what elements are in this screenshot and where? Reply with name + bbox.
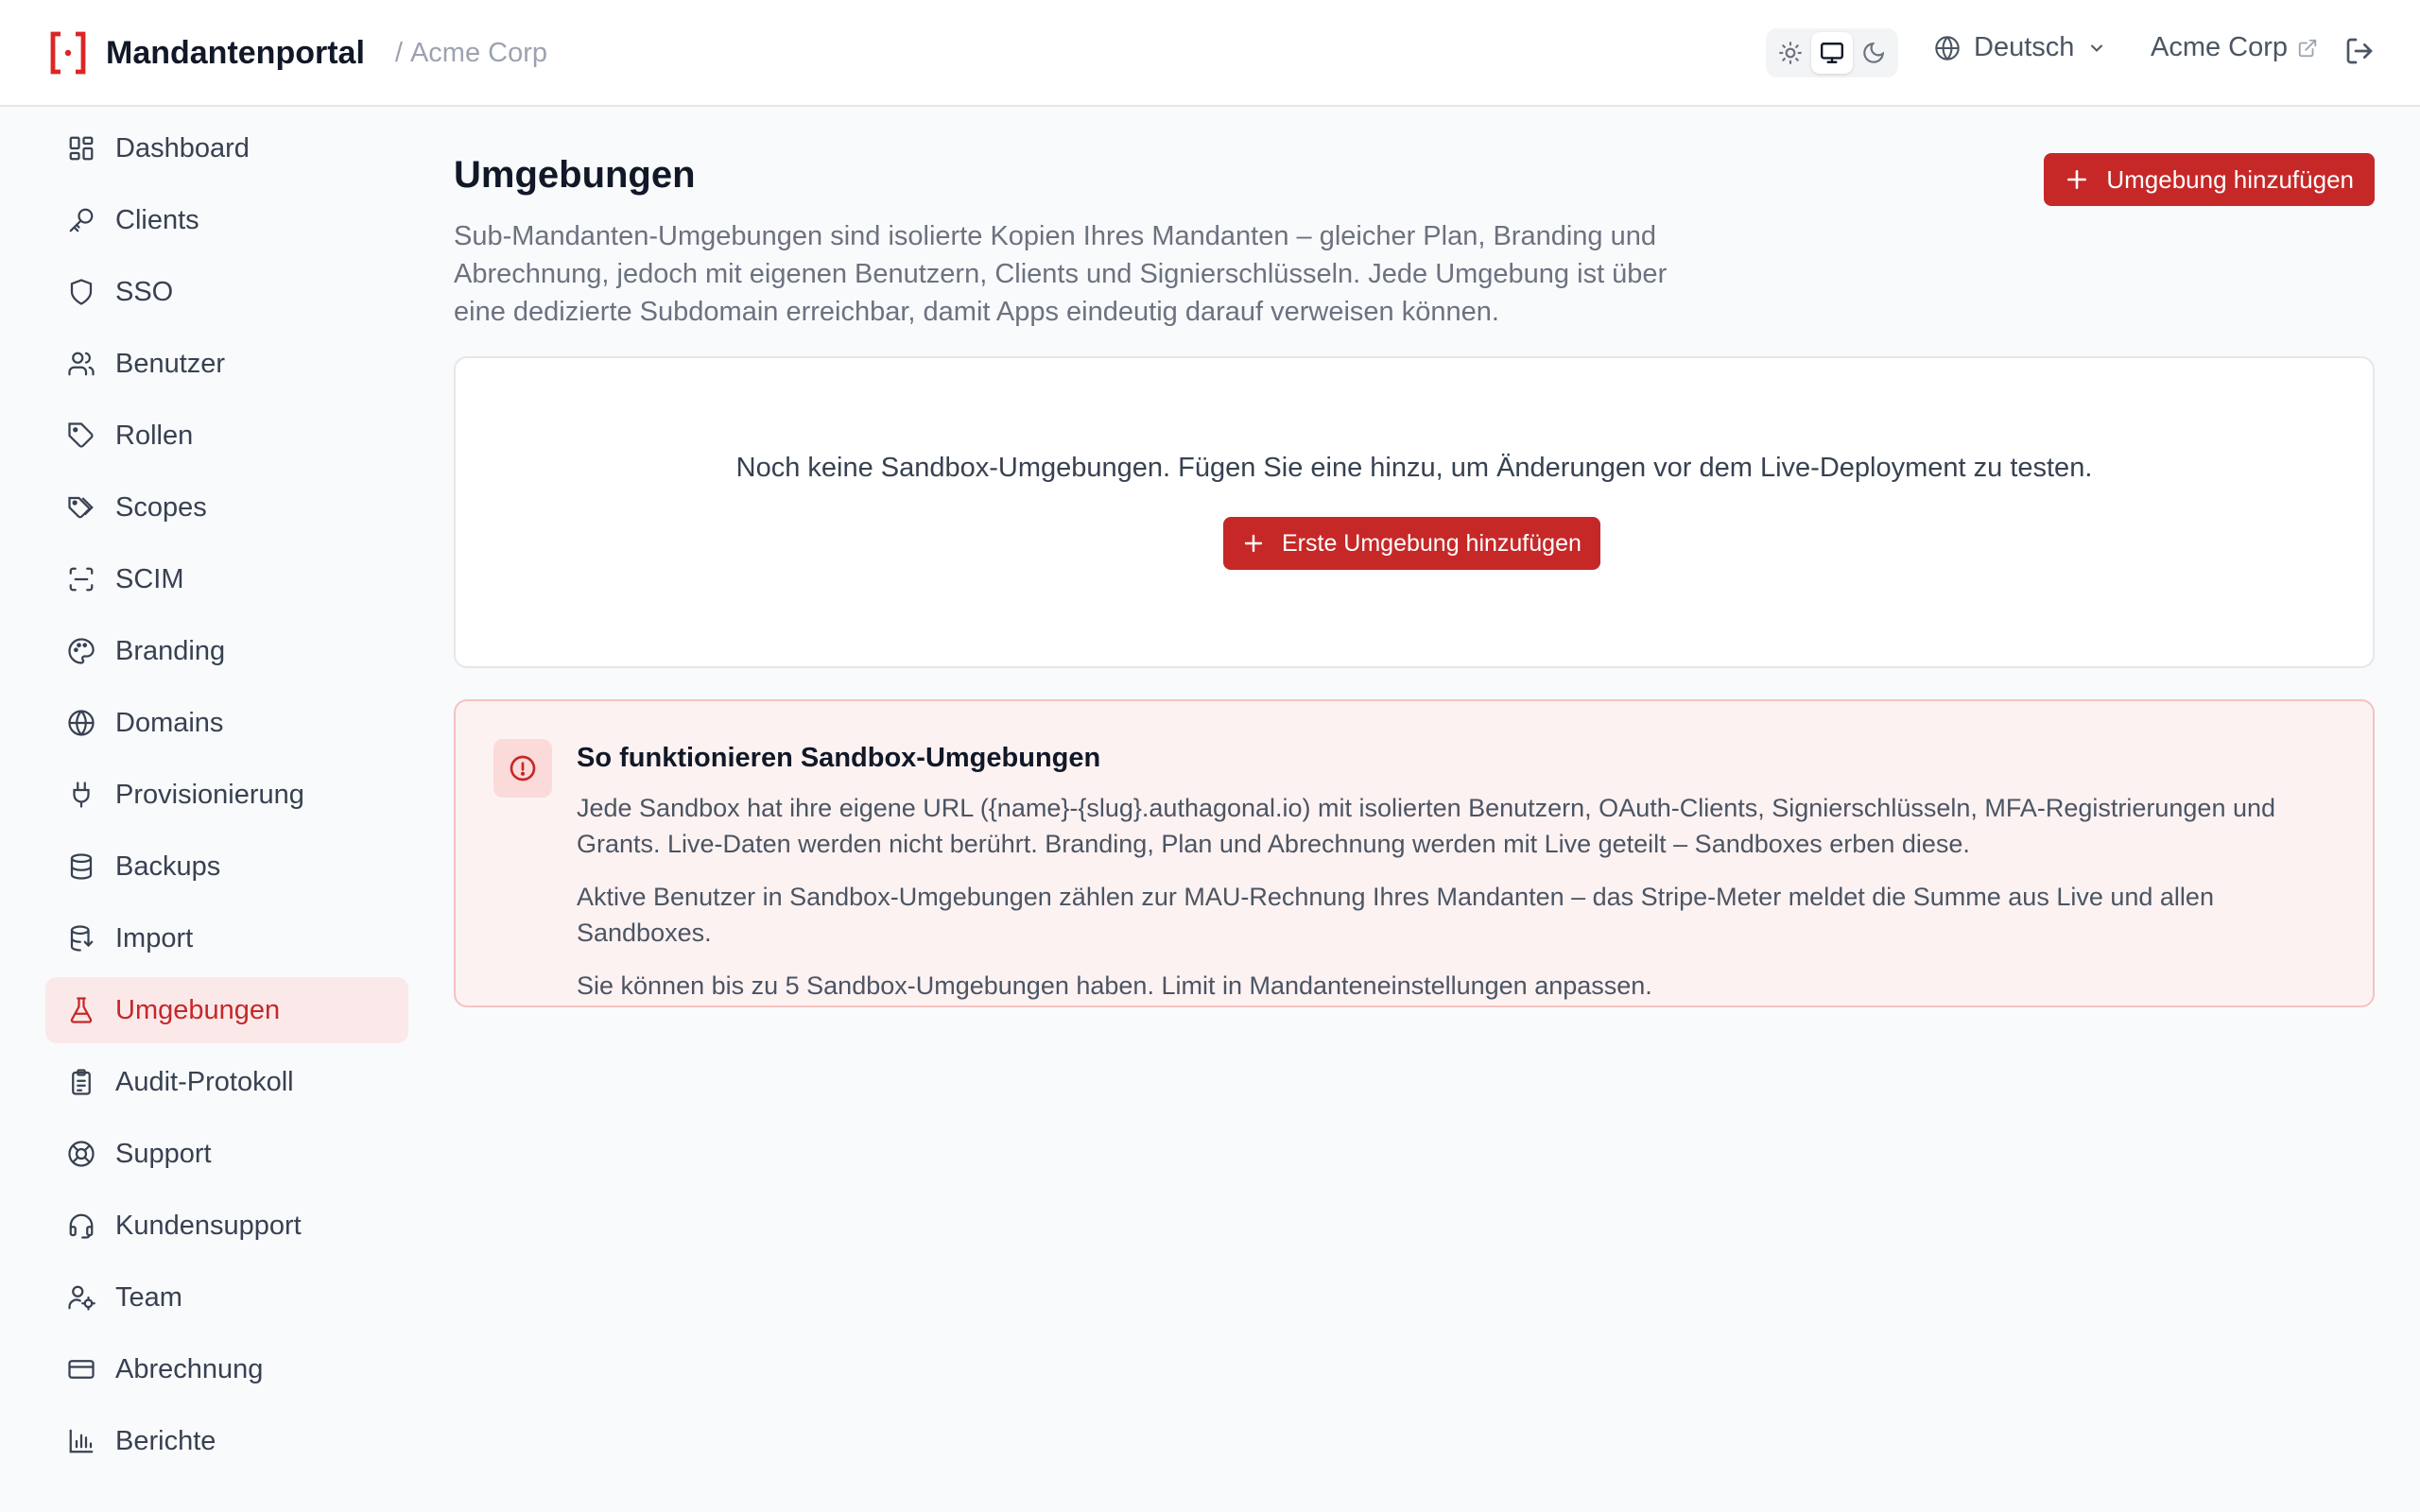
sidebar-item-umgebungen[interactable]: Umgebungen [45, 977, 408, 1043]
sidebar-item-berichte[interactable]: Berichte [45, 1408, 408, 1474]
tag-icon [66, 421, 96, 451]
palette-icon [66, 636, 96, 666]
tags-icon [66, 492, 96, 523]
moon-icon [1861, 41, 1886, 65]
top-bar: Mandantenportal / Acme Corp Deutsch Acme… [0, 0, 2420, 107]
sidebar-item-kundensupport[interactable]: Kundensupport [45, 1193, 408, 1259]
globe-icon [66, 708, 96, 738]
sidebar-item-benutzer[interactable]: Benutzer [45, 331, 408, 397]
plus-icon [2065, 167, 2089, 192]
sidebar-item-label: Umgebungen [115, 994, 281, 1025]
theme-switcher [1766, 28, 1898, 77]
sidebar-item-team[interactable]: Team [45, 1264, 408, 1331]
light-mode-button[interactable] [1770, 32, 1811, 74]
tenant-site-link[interactable]: Acme Corp [2151, 32, 2318, 63]
add-environment-button[interactable]: Umgebung hinzufügen [2044, 153, 2375, 206]
info-paragraph: Aktive Benutzer in Sandbox-Umgebungen zä… [577, 883, 2214, 947]
sidebar-item-scopes[interactable]: Scopes [45, 474, 408, 541]
sidebar-item-label: Berichte [115, 1425, 216, 1456]
sidebar-item-label: SCIM [115, 563, 184, 594]
sidebar-item-label: Domains [115, 707, 224, 738]
language-label: Deutsch [1974, 32, 2075, 62]
breadcrumb-separator: / [394, 37, 403, 68]
sidebar-item-label: Support [115, 1138, 212, 1169]
globe-icon [1934, 35, 1961, 61]
sidebar-item-sso[interactable]: SSO [45, 259, 408, 325]
database-icon [66, 851, 96, 882]
sidebar-item-provisionierung[interactable]: Provisionierung [45, 762, 408, 828]
flask-icon [66, 995, 96, 1025]
sidebar-item-dashboard[interactable]: Dashboard [45, 115, 408, 181]
scan-icon [66, 564, 96, 594]
breadcrumb-tenant: Acme Corp [409, 37, 548, 68]
sidebar-item-scim[interactable]: SCIM [45, 546, 408, 612]
sidebar-item-support[interactable]: Support [45, 1121, 408, 1187]
sidebar-item-label: Rollen [115, 420, 194, 451]
sidebar-item-label: Dashboard [115, 132, 250, 163]
dark-mode-button[interactable] [1853, 32, 1894, 74]
clipboard-icon [66, 1067, 96, 1097]
sidebar-item-clients[interactable]: Clients [45, 187, 408, 253]
system-mode-button[interactable] [1811, 32, 1853, 74]
info-paragraph: Jede Sandbox hat ihre eigene URL ({name}… [577, 794, 2276, 858]
sidebar-item-import[interactable]: Import [45, 905, 408, 971]
plug-icon [66, 780, 96, 810]
sidebar-item-rollen[interactable]: Rollen [45, 403, 408, 469]
shield-icon [66, 277, 96, 307]
app-title: Mandantenportal [106, 34, 365, 71]
sidebar-item-label: SSO [115, 276, 174, 307]
info-paragraph: Sie können bis zu 5 Sandbox-Umgebungen h… [577, 971, 1652, 1000]
users-icon [66, 349, 96, 379]
add-first-environment-label: Erste Umgebung hinzufügen [1282, 529, 1582, 557]
main-content: Umgebungen Sub-Mandanten-Umgebungen sind… [454, 151, 2375, 1007]
credit-card-icon [66, 1354, 96, 1384]
sun-icon [1778, 41, 1803, 65]
info-callout: So funktionieren Sandbox-Umgebungen Jede… [454, 699, 2375, 1007]
info-title: So funktionieren Sandbox-Umgebungen [577, 743, 1101, 773]
sidebar-item-label: Provisionierung [115, 779, 304, 810]
logo-icon [47, 28, 89, 77]
logout-button[interactable] [2344, 36, 2375, 66]
external-link-icon [2297, 38, 2318, 59]
language-select[interactable]: Deutsch [1934, 32, 2106, 63]
info-icon [493, 739, 552, 798]
page-description: Sub-Mandanten-Umgebungen sind isolierte … [454, 221, 1668, 327]
sidebar-item-backups[interactable]: Backups [45, 833, 408, 900]
database-import-icon [66, 923, 96, 954]
key-icon [66, 205, 96, 235]
info-body: So funktionieren Sandbox-Umgebungen Jede… [577, 739, 2335, 1004]
sidebar-item-label: Clients [115, 204, 199, 235]
plus-icon [1242, 532, 1265, 555]
sidebar-item-audit-protokoll[interactable]: Audit-Protokoll [45, 1049, 408, 1115]
empty-state-card: Noch keine Sandbox-Umgebungen. Fügen Sie… [454, 356, 2375, 668]
sidebar-item-label: Abrechnung [115, 1353, 264, 1384]
sidebar-item-label: Audit-Protokoll [115, 1066, 294, 1097]
user-cog-icon [66, 1282, 96, 1313]
logout-icon [2344, 36, 2375, 66]
sidebar-item-label: Kundensupport [115, 1210, 302, 1241]
add-environment-label: Umgebung hinzufügen [2106, 164, 2354, 194]
sidebar-item-label: Scopes [115, 491, 207, 523]
dashboard-icon [66, 133, 96, 163]
headset-icon [66, 1211, 96, 1241]
sidebar-item-label: Team [115, 1281, 182, 1313]
sidebar-item-label: Branding [115, 635, 226, 666]
sidebar-item-domains[interactable]: Domains [45, 690, 408, 756]
empty-state-text: Noch keine Sandbox-Umgebungen. Fügen Sie… [735, 453, 2093, 483]
sidebar-item-label: Benutzer [115, 348, 226, 379]
brand[interactable]: Mandantenportal / Acme Corp [47, 28, 547, 77]
sidebar-item-branding[interactable]: Branding [45, 618, 408, 684]
breadcrumb: / Acme Corp [388, 38, 547, 69]
sidebar-nav: Dashboard Clients SSO Benutzer Rollen Sc… [45, 115, 408, 1480]
add-first-environment-button[interactable]: Erste Umgebung hinzufügen [1223, 517, 1600, 570]
sidebar-item-label: Import [115, 922, 194, 954]
monitor-icon [1820, 41, 1844, 65]
bar-chart-icon [66, 1426, 96, 1456]
sidebar-item-label: Backups [115, 850, 221, 882]
lifebuoy-icon [66, 1139, 96, 1169]
chevron-down-icon [2087, 39, 2106, 58]
sidebar-item-abrechnung[interactable]: Abrechnung [45, 1336, 408, 1402]
tenant-link-label: Acme Corp [2151, 32, 2289, 62]
